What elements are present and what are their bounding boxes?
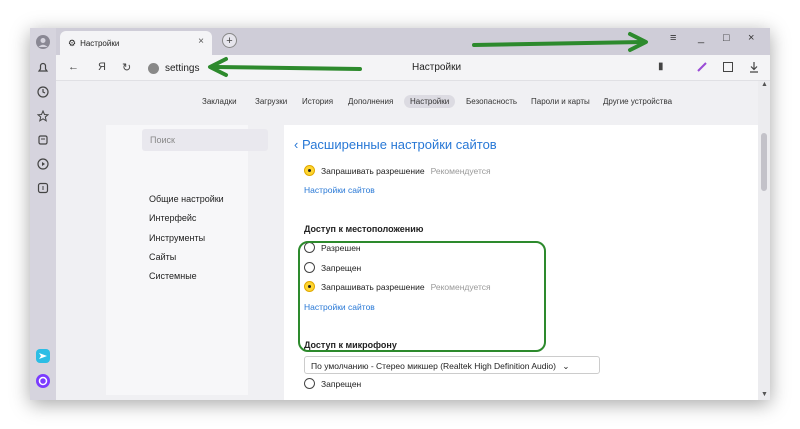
radio-mic-denied[interactable]: Запрещен [304,378,361,389]
radio-label: Запрещен [321,378,362,389]
messenger-icon[interactable] [35,348,51,364]
reload-button[interactable]: ↻ [122,61,131,74]
nav-bookmarks[interactable]: Закладки [202,97,237,106]
nav-extensions[interactable]: Дополнения [348,97,393,106]
tab-title: Настройки [80,38,120,48]
new-tab-button[interactable]: + [222,33,237,48]
settings-sidebar [106,125,248,395]
radio-top-ask[interactable]: Запрашивать разрешение Рекомендуется [304,165,491,176]
microphone-select[interactable]: По умолчанию - Стерео микшер (Realtek Hi… [304,356,600,374]
sidebar-item-system[interactable]: Системные [149,271,197,281]
reader-icon[interactable] [722,61,734,76]
location-access-title: Доступ к местоположению [304,224,424,234]
menu-icon[interactable]: ≡ [670,32,676,44]
radio-label: Запрашивать разрешение [321,165,425,176]
microphone-select-value: По умолчанию - Стерео микшер (Realtek Hi… [311,361,556,371]
bookmarks-star-icon[interactable] [35,108,51,124]
media-play-icon[interactable] [35,156,51,172]
url-text: settings [165,62,200,74]
counter-badge-icon[interactable] [35,180,51,196]
gear-icon: ⚙ [68,37,77,48]
nav-downloads[interactable]: Загрузки [255,97,287,106]
bookmark-flag-icon[interactable]: ▮ [658,61,664,72]
minimize-button[interactable]: _ [698,32,704,44]
scroll-thumb[interactable] [761,133,767,191]
maximize-button[interactable]: □ [723,32,730,44]
vertical-scrollbar[interactable]: ▲ ▼ [758,81,770,400]
page-title: Настройки [412,62,462,73]
tab-strip: ⚙ Настройки × + ≡ _ □ × [56,28,770,55]
scroll-down-icon[interactable]: ▼ [761,391,768,398]
address-bar-row: ← Я ↻ settings Настройки ▮ [56,55,770,81]
notifications-bell-icon[interactable] [35,60,51,76]
nav-other-devices[interactable]: Другие устройства [603,97,672,106]
collections-icon[interactable] [35,132,51,148]
history-clock-icon[interactable] [35,84,51,100]
recommended-hint: Рекомендуется [430,165,491,176]
tab-settings[interactable]: ⚙ Настройки × [60,31,212,55]
nav-passwords[interactable]: Пароли и карты [531,97,590,106]
browser-sidebar [30,28,56,400]
back-button[interactable]: ← [68,61,79,73]
close-window-button[interactable]: × [748,32,754,44]
sidebar-item-sites[interactable]: Сайты [149,252,176,262]
search-input[interactable]: Поиск [142,129,268,151]
radio-button-selected[interactable] [304,165,315,176]
nav-history[interactable]: История [302,97,333,106]
location-highlight-box [298,241,546,352]
section-header[interactable]: ‹ Расширенные настройки сайтов [294,137,497,152]
alice-assistant-icon[interactable] [35,373,51,389]
address-input[interactable]: settings [144,58,230,78]
chevron-down-icon: ⌄ [562,361,570,371]
settings-top-nav: Закладки Загрузки История Дополнения Нас… [56,95,770,111]
scroll-up-icon[interactable]: ▲ [761,81,768,88]
profile-icon[interactable] [35,34,51,50]
settings-page: Закладки Загрузки История Дополнения Нас… [56,81,770,400]
yandex-home-button[interactable]: Я [98,61,106,73]
sidebar-item-tools[interactable]: Инструменты [149,233,205,243]
sidebar-item-interface[interactable]: Интерфейс [149,213,196,223]
site-settings-link-top[interactable]: Настройки сайтов [304,185,375,195]
radio-button[interactable] [304,378,315,389]
section-title: Расширенные настройки сайтов [301,137,497,152]
nav-settings[interactable]: Настройки [404,95,456,108]
sidebar-item-general[interactable]: Общие настройки [149,194,224,204]
protect-shield-icon [148,62,159,74]
browser-window: ⚙ Настройки × + ≡ _ □ × ← Я ↻ settings Н… [30,28,770,400]
downloads-icon[interactable] [748,61,760,76]
tab-close-icon[interactable]: × [198,36,204,47]
chevron-left-icon: ‹ [294,137,302,152]
nav-security[interactable]: Безопасность [466,97,517,106]
pen-icon[interactable] [696,61,708,76]
